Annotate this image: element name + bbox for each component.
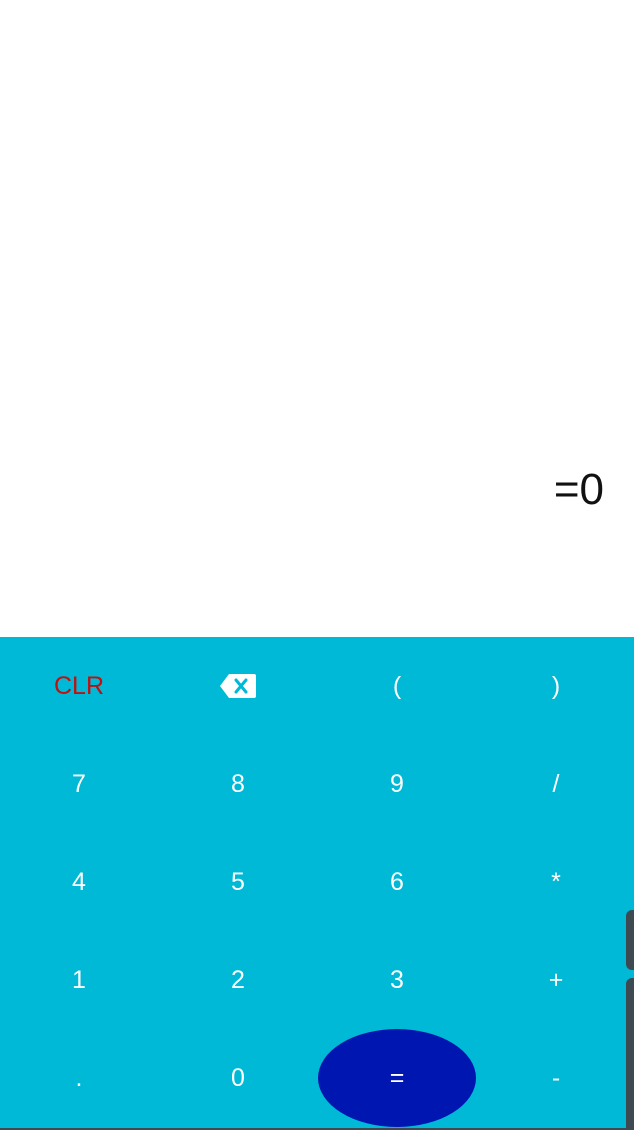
plus-button[interactable]: +	[477, 931, 634, 1029]
digit-4-button[interactable]: 4	[0, 833, 158, 931]
digit-2-button[interactable]: 2	[159, 931, 317, 1029]
clear-button[interactable]: CLR	[0, 637, 158, 735]
keypad-row-1: CLR ( )	[0, 637, 634, 735]
keypad: CLR ( ) 7 8 9 / 4 5 6 * 1 2 3 + . 0 = -	[0, 637, 634, 1128]
digit-8-button[interactable]: 8	[159, 735, 317, 833]
display-area: =0	[0, 0, 634, 637]
multiply-button[interactable]: *	[477, 833, 634, 931]
divide-button[interactable]: /	[477, 735, 634, 833]
minus-button[interactable]: -	[477, 1029, 634, 1127]
keypad-row-2: 7 8 9 /	[0, 735, 634, 833]
calculator-app: =0 CLR ( ) 7 8 9 / 4 5 6 * 1 2 3 + . 0 =…	[0, 0, 634, 1130]
keypad-row-4: 1 2 3 +	[0, 931, 634, 1029]
edge-handle-top[interactable]	[626, 910, 634, 970]
result-text: =0	[553, 465, 604, 514]
backspace-icon	[220, 674, 256, 698]
equals-label: =	[318, 1029, 476, 1127]
keypad-row-5: . 0 = -	[0, 1029, 634, 1127]
decimal-point-button[interactable]: .	[0, 1029, 158, 1127]
digit-5-button[interactable]: 5	[159, 833, 317, 931]
keypad-row-3: 4 5 6 *	[0, 833, 634, 931]
close-paren-button[interactable]: )	[477, 637, 634, 735]
open-paren-button[interactable]: (	[318, 637, 476, 735]
edge-handle-bottom[interactable]	[626, 978, 634, 1130]
backspace-button[interactable]	[159, 637, 317, 735]
digit-0-button[interactable]: 0	[159, 1029, 317, 1127]
equals-button[interactable]: =	[318, 1029, 476, 1127]
digit-3-button[interactable]: 3	[318, 931, 476, 1029]
digit-1-button[interactable]: 1	[0, 931, 158, 1029]
digit-9-button[interactable]: 9	[318, 735, 476, 833]
digit-6-button[interactable]: 6	[318, 833, 476, 931]
digit-7-button[interactable]: 7	[0, 735, 158, 833]
